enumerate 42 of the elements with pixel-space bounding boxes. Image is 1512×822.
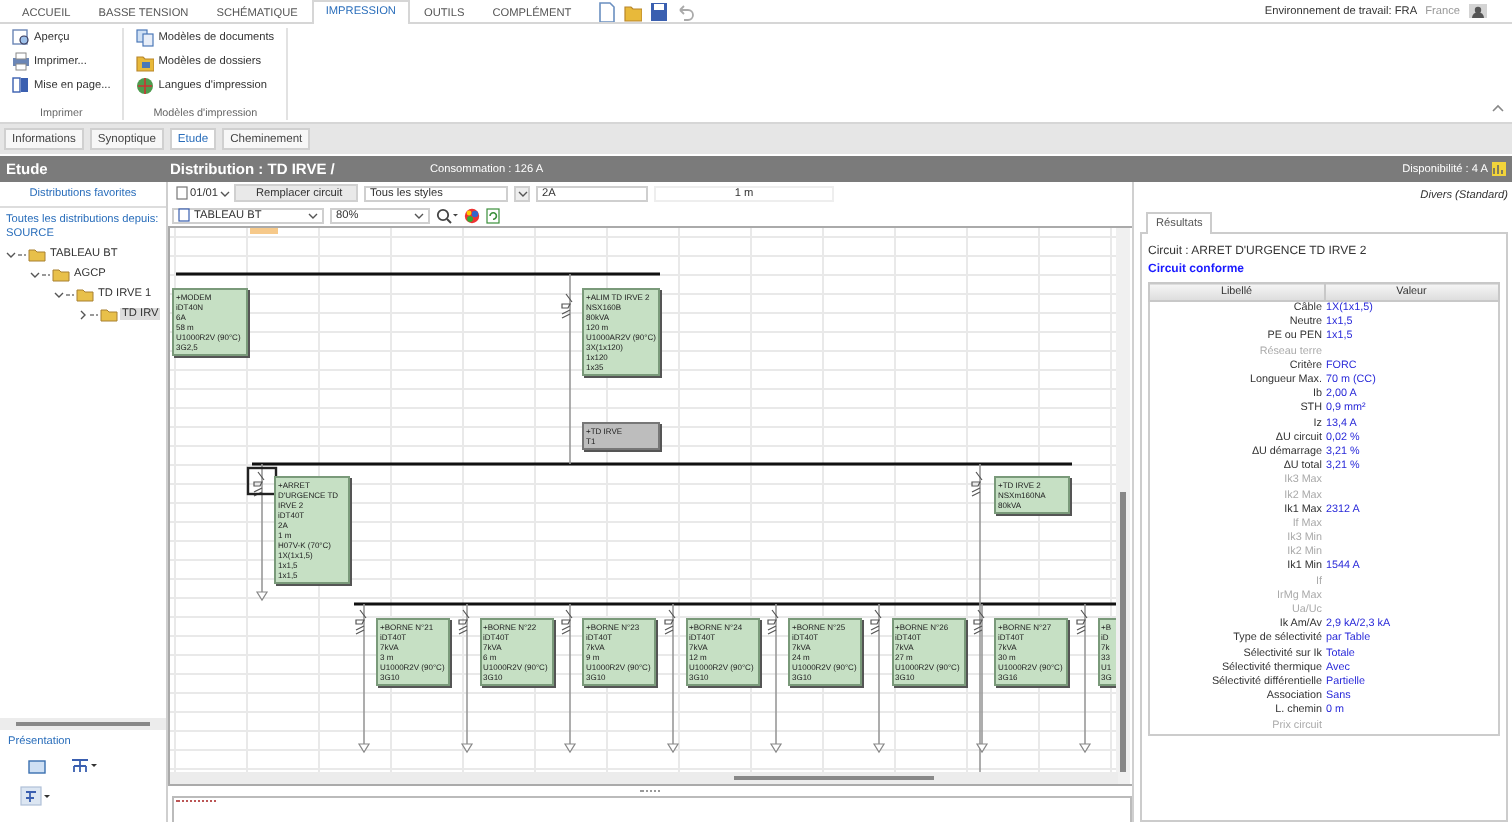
breaker-icon[interactable]	[973, 609, 985, 635]
printer-icon	[12, 51, 30, 71]
chart-icon[interactable]	[1492, 162, 1506, 176]
save-icon[interactable]	[649, 1, 668, 21]
board-icon	[178, 208, 190, 222]
collapse-chevron-icon[interactable]	[78, 309, 88, 319]
scrollbar[interactable]	[734, 776, 934, 780]
breaker-icon[interactable]	[253, 471, 265, 497]
feeder-line	[255, 463, 269, 602]
dropdown-caret-icon	[517, 189, 527, 197]
user-icon[interactable]	[1468, 2, 1488, 20]
expand-chevron-icon[interactable]	[54, 289, 64, 299]
breaker-icon[interactable]	[458, 609, 470, 635]
breaker-icon[interactable]	[355, 609, 367, 635]
layout-toggle-icon[interactable]	[20, 786, 52, 806]
breaker-icon[interactable]	[561, 293, 573, 319]
preview-icon	[12, 27, 30, 47]
breaker-icon[interactable]	[664, 609, 676, 635]
dropdown-caret-icon	[414, 211, 424, 219]
collapse-icon[interactable]	[1492, 104, 1504, 112]
dropdown-button[interactable]	[514, 185, 530, 201]
breaker-icon[interactable]	[561, 609, 573, 635]
breaker-icon[interactable]	[767, 609, 779, 635]
color-palette-icon[interactable]	[464, 207, 480, 223]
documents-icon	[136, 27, 155, 47]
refresh-icon[interactable]	[486, 207, 500, 223]
dropdown-caret-icon	[220, 189, 230, 197]
page-layout-icon	[12, 75, 30, 95]
dropdown-caret-icon	[308, 211, 318, 219]
search-icon[interactable]	[436, 207, 458, 223]
scrollbar[interactable]	[16, 722, 150, 726]
breaker-icon[interactable]	[971, 471, 983, 497]
globe-icon	[136, 75, 155, 95]
breaker-icon[interactable]	[1076, 609, 1088, 635]
expand-chevron-icon[interactable]	[30, 269, 40, 279]
window-icon[interactable]	[28, 759, 46, 773]
breaker-icon[interactable]	[870, 609, 882, 635]
folders-icon	[136, 51, 155, 71]
scrollbar[interactable]	[1120, 492, 1126, 772]
hierarchy-icon[interactable]	[70, 758, 98, 774]
expand-chevron-icon[interactable]	[6, 249, 16, 259]
folder-icon[interactable]	[623, 1, 642, 21]
